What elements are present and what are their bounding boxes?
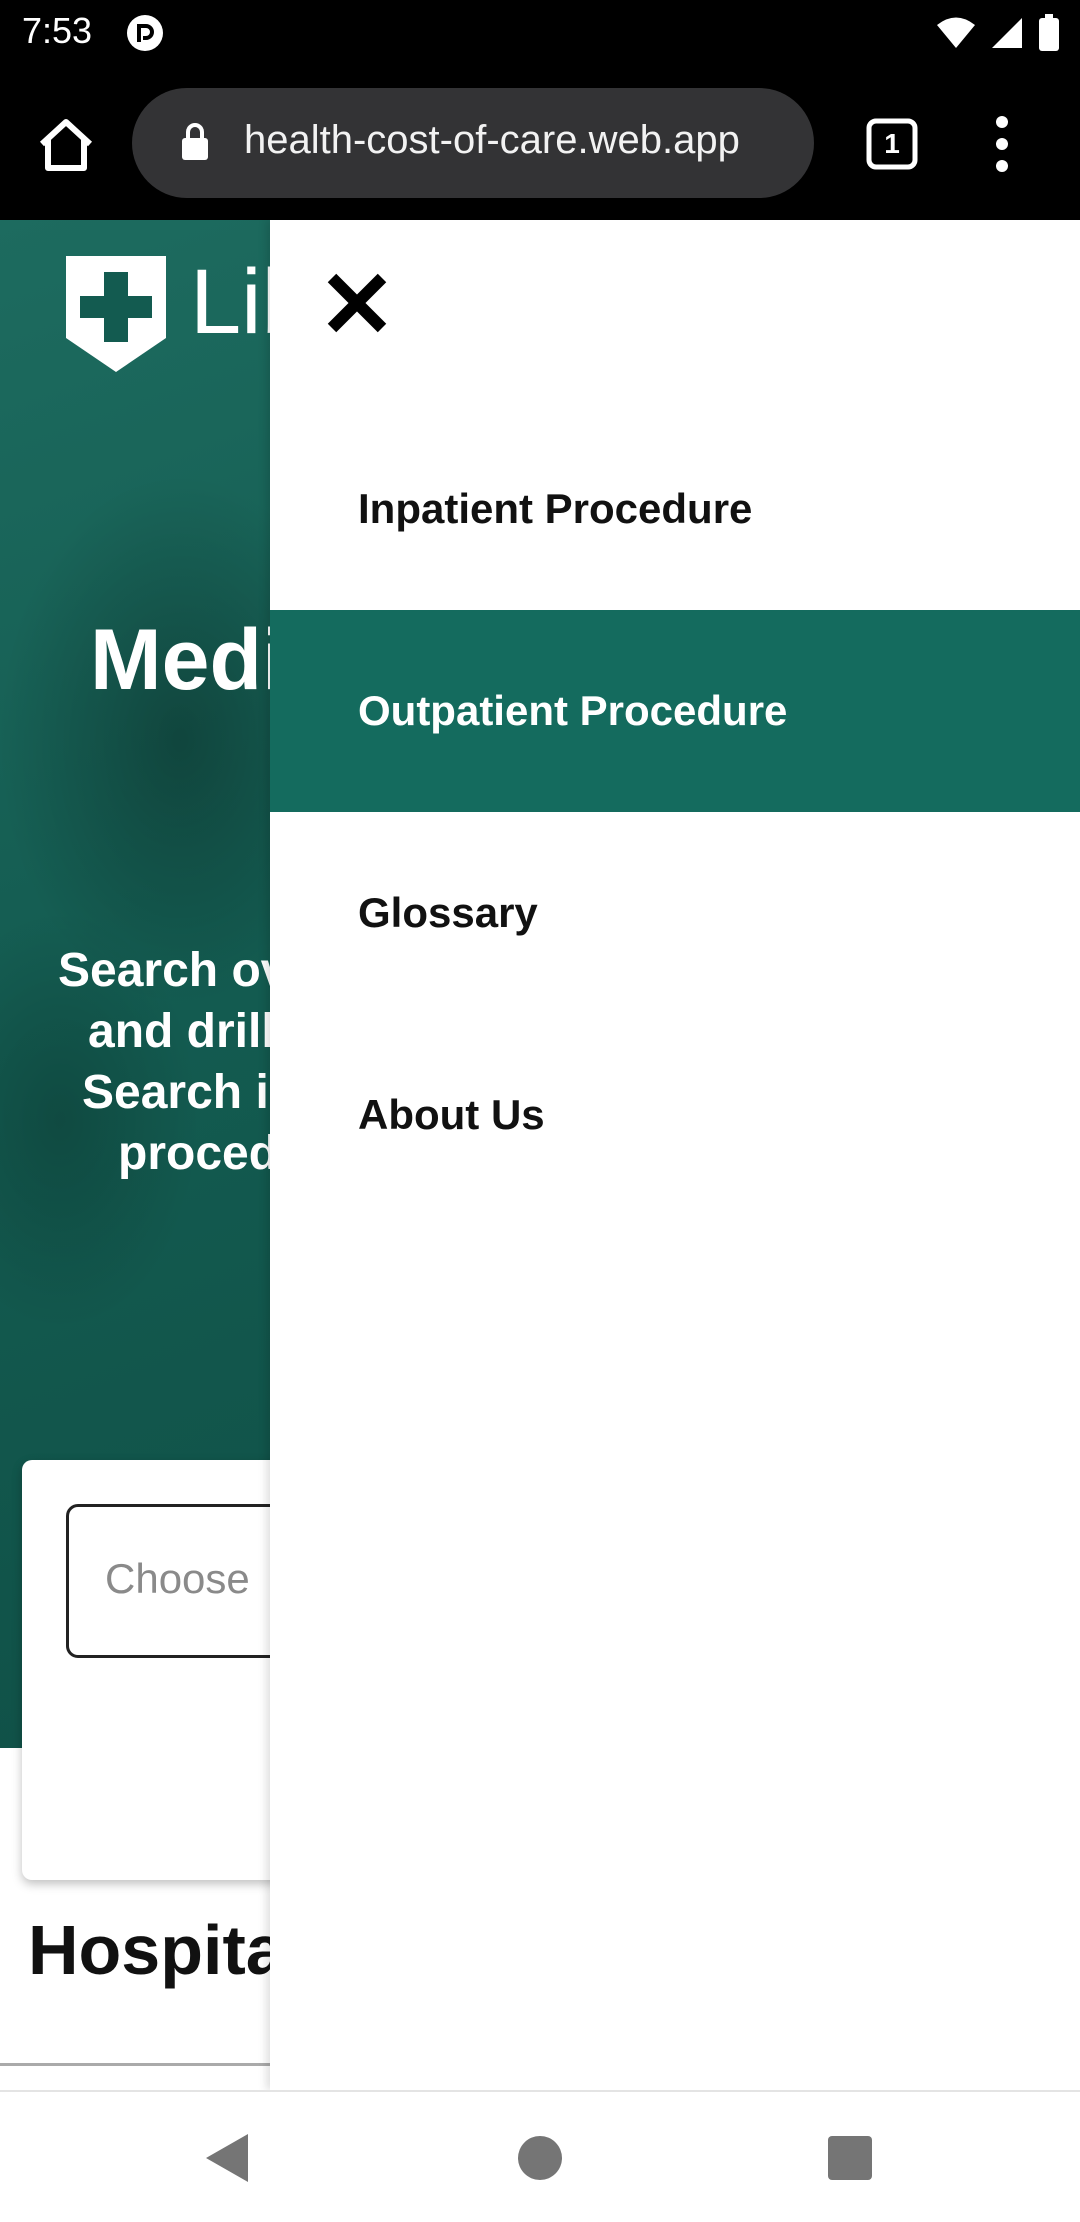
lock-icon xyxy=(182,123,208,160)
wifi-icon xyxy=(937,17,975,48)
back-icon[interactable] xyxy=(204,2132,250,2184)
address-bar[interactable]: health-cost-of-care.web.app xyxy=(132,88,814,198)
tab-switcher-button[interactable]: 1 xyxy=(866,118,918,170)
recents-square-icon[interactable] xyxy=(828,2136,872,2180)
close-icon[interactable] xyxy=(322,268,392,338)
browser-toolbar: health-cost-of-care.web.app 1 xyxy=(0,66,1080,220)
select-placeholder: Choose xyxy=(105,1555,250,1602)
more-vert-icon[interactable] xyxy=(980,112,1024,176)
nav-item-inpatient-procedure[interactable]: Inpatient Procedure xyxy=(270,408,1080,610)
medical-cross-shield-icon xyxy=(66,256,166,372)
tab-count: 1 xyxy=(884,128,900,159)
nav-item-label: About Us xyxy=(358,1091,545,1138)
nav-item-label: Outpatient Procedure xyxy=(358,687,788,734)
section-heading: Hospita xyxy=(28,1911,285,1989)
nav-item-label: Inpatient Procedure xyxy=(358,485,753,532)
status-bar: 7:53 xyxy=(0,0,1080,66)
url-text: health-cost-of-care.web.app xyxy=(244,118,740,162)
battery-icon xyxy=(1039,14,1059,51)
home-icon[interactable] xyxy=(36,114,96,174)
nav-item-about-us[interactable]: About Us xyxy=(270,1014,1080,1216)
status-time: 7:53 xyxy=(22,10,93,51)
status-icons xyxy=(936,12,1060,54)
home-circle-icon[interactable] xyxy=(518,2136,562,2180)
system-navigation-bar xyxy=(0,2090,1080,2222)
nav-item-label: Glossary xyxy=(358,889,538,936)
cellular-signal-icon xyxy=(992,18,1022,48)
app-notification-icon xyxy=(127,15,163,51)
nav-item-outpatient-procedure[interactable]: Outpatient Procedure xyxy=(270,610,1080,812)
nav-drawer: Inpatient Procedure Outpatient Procedure… xyxy=(270,220,1080,2090)
nav-item-glossary[interactable]: Glossary xyxy=(270,812,1080,1014)
